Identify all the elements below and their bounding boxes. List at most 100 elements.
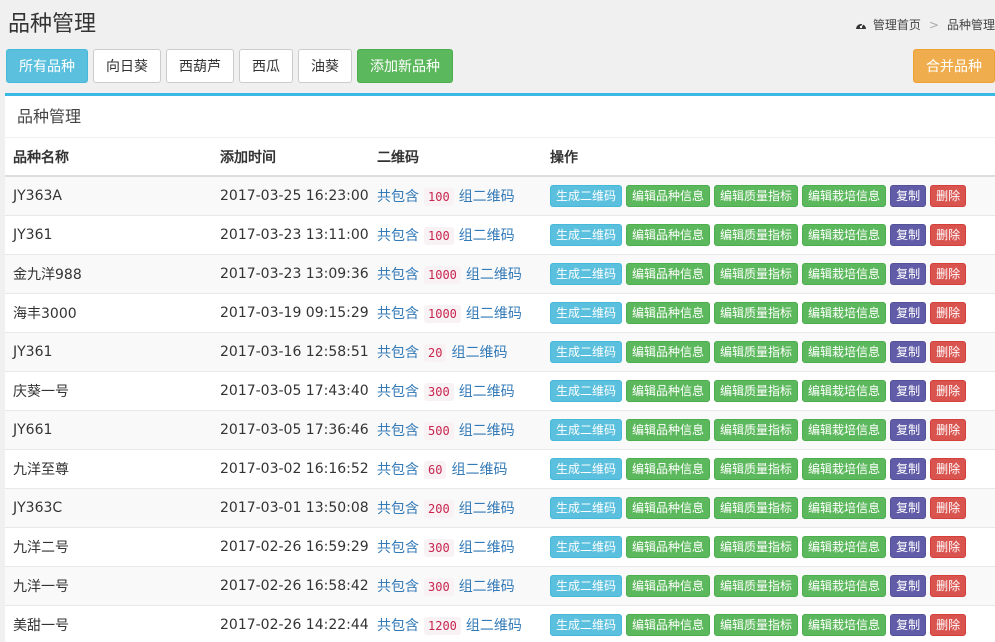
copy-button[interactable]: 复制	[890, 418, 927, 441]
edit-variety-info-button[interactable]: 编辑品种信息	[626, 340, 711, 363]
filter-zucchini-button[interactable]: 西葫芦	[166, 49, 234, 83]
edit-cultivation-info-button[interactable]: 编辑栽培信息	[802, 223, 887, 246]
edit-variety-info-button[interactable]: 编辑品种信息	[626, 418, 711, 441]
delete-button[interactable]: 删除	[930, 496, 967, 519]
filter-watermelon-button[interactable]: 西瓜	[239, 49, 293, 83]
qrcode-prefix: 共包含	[377, 422, 419, 439]
breadcrumb-home-link[interactable]: 管理首页	[873, 16, 921, 33]
actions-cell: 生成二维码 编辑品种信息 编辑质量指标 编辑栽培信息 复制 删除	[542, 253, 995, 293]
qrcode-cell: 共包含 20 组二维码	[369, 331, 542, 371]
qrcode-link[interactable]: 共包含 20 组二维码	[377, 343, 507, 362]
filter-oil-sunflower-button[interactable]: 油葵	[298, 49, 352, 83]
edit-quality-index-button[interactable]: 编辑质量指标	[714, 613, 799, 636]
merge-varieties-button[interactable]: 合并品种	[913, 49, 995, 83]
generate-qrcode-button[interactable]: 生成二维码	[550, 613, 623, 636]
qrcode-link[interactable]: 共包含 100 组二维码	[377, 226, 515, 245]
edit-variety-info-button[interactable]: 编辑品种信息	[626, 457, 711, 480]
qrcode-link[interactable]: 共包含 300 组二维码	[377, 382, 515, 401]
added-time: 2017-02-26 16:58:42	[212, 565, 369, 605]
delete-button[interactable]: 删除	[930, 418, 967, 441]
edit-cultivation-info-button[interactable]: 编辑栽培信息	[802, 184, 887, 207]
copy-button[interactable]: 复制	[890, 496, 927, 519]
edit-quality-index-button[interactable]: 编辑质量指标	[714, 223, 799, 246]
copy-button[interactable]: 复制	[890, 301, 927, 324]
edit-cultivation-info-button[interactable]: 编辑栽培信息	[802, 574, 887, 597]
qrcode-link[interactable]: 共包含 1000 组二维码	[377, 265, 522, 284]
delete-button[interactable]: 删除	[930, 535, 967, 558]
copy-button[interactable]: 复制	[890, 574, 927, 597]
add-variety-button[interactable]: 添加新品种	[357, 49, 453, 83]
edit-cultivation-info-button[interactable]: 编辑栽培信息	[802, 535, 887, 558]
added-time: 2017-02-26 16:59:29	[212, 526, 369, 566]
generate-qrcode-button[interactable]: 生成二维码	[550, 262, 623, 285]
edit-variety-info-button[interactable]: 编辑品种信息	[626, 223, 711, 246]
delete-button[interactable]: 删除	[930, 184, 967, 207]
qrcode-link[interactable]: 共包含 1000 组二维码	[377, 304, 522, 323]
edit-quality-index-button[interactable]: 编辑质量指标	[714, 496, 799, 519]
edit-variety-info-button[interactable]: 编辑品种信息	[626, 496, 711, 519]
copy-button[interactable]: 复制	[890, 262, 927, 285]
delete-button[interactable]: 删除	[930, 223, 967, 246]
filter-sunflower-button[interactable]: 向日葵	[93, 49, 161, 83]
qrcode-link[interactable]: 共包含 300 组二维码	[377, 538, 515, 557]
edit-cultivation-info-button[interactable]: 编辑栽培信息	[802, 340, 887, 363]
generate-qrcode-button[interactable]: 生成二维码	[550, 301, 623, 324]
qrcode-link[interactable]: 共包含 200 组二维码	[377, 499, 515, 518]
generate-qrcode-button[interactable]: 生成二维码	[550, 535, 623, 558]
copy-button[interactable]: 复制	[890, 535, 927, 558]
edit-cultivation-info-button[interactable]: 编辑栽培信息	[802, 418, 887, 441]
generate-qrcode-button[interactable]: 生成二维码	[550, 184, 623, 207]
edit-cultivation-info-button[interactable]: 编辑栽培信息	[802, 496, 887, 519]
qrcode-link[interactable]: 共包含 100 组二维码	[377, 187, 515, 206]
qrcode-link[interactable]: 共包含 300 组二维码	[377, 577, 515, 596]
copy-button[interactable]: 复制	[890, 340, 927, 363]
edit-cultivation-info-button[interactable]: 编辑栽培信息	[802, 262, 887, 285]
generate-qrcode-button[interactable]: 生成二维码	[550, 496, 623, 519]
delete-button[interactable]: 删除	[930, 301, 967, 324]
edit-variety-info-button[interactable]: 编辑品种信息	[626, 574, 711, 597]
qrcode-link[interactable]: 共包含 1200 组二维码	[377, 616, 522, 635]
table-row: 美甜一号 2017-02-26 14:22:44 共包含 1200 组二维码 生成二维码编…	[5, 604, 995, 642]
copy-button[interactable]: 复制	[890, 184, 927, 207]
copy-button[interactable]: 复制	[890, 457, 927, 480]
edit-quality-index-button[interactable]: 编辑质量指标	[714, 379, 799, 402]
edit-variety-info-button[interactable]: 编辑品种信息	[626, 613, 711, 636]
qrcode-link[interactable]: 共包含 60 组二维码	[377, 460, 507, 479]
qrcode-suffix: 组二维码	[458, 422, 515, 439]
delete-button[interactable]: 删除	[930, 457, 967, 480]
qrcode-link[interactable]: 共包含 500 组二维码	[377, 421, 515, 440]
edit-variety-info-button[interactable]: 编辑品种信息	[626, 262, 711, 285]
edit-quality-index-button[interactable]: 编辑质量指标	[714, 301, 799, 324]
delete-button[interactable]: 删除	[930, 574, 967, 597]
edit-variety-info-button[interactable]: 编辑品种信息	[626, 184, 711, 207]
edit-variety-info-button[interactable]: 编辑品种信息	[626, 301, 711, 324]
copy-button[interactable]: 复制	[890, 613, 927, 636]
edit-quality-index-button[interactable]: 编辑质量指标	[714, 184, 799, 207]
table-row: JY361 2017-03-23 13:11:00 共包含 100 组二维码 生成二维码编…	[5, 214, 995, 254]
edit-quality-index-button[interactable]: 编辑质量指标	[714, 574, 799, 597]
edit-variety-info-button[interactable]: 编辑品种信息	[626, 535, 711, 558]
copy-button[interactable]: 复制	[890, 223, 927, 246]
generate-qrcode-button[interactable]: 生成二维码	[550, 379, 623, 402]
edit-quality-index-button[interactable]: 编辑质量指标	[714, 262, 799, 285]
edit-variety-info-button[interactable]: 编辑品种信息	[626, 379, 711, 402]
generate-qrcode-button[interactable]: 生成二维码	[550, 457, 623, 480]
filter-all-button[interactable]: 所有品种	[6, 49, 88, 83]
edit-cultivation-info-button[interactable]: 编辑栽培信息	[802, 613, 887, 636]
edit-quality-index-button[interactable]: 编辑质量指标	[714, 340, 799, 363]
delete-button[interactable]: 删除	[930, 379, 967, 402]
copy-button[interactable]: 复制	[890, 379, 927, 402]
edit-quality-index-button[interactable]: 编辑质量指标	[714, 457, 799, 480]
edit-quality-index-button[interactable]: 编辑质量指标	[714, 418, 799, 441]
generate-qrcode-button[interactable]: 生成二维码	[550, 418, 623, 441]
edit-quality-index-button[interactable]: 编辑质量指标	[714, 535, 799, 558]
generate-qrcode-button[interactable]: 生成二维码	[550, 223, 623, 246]
generate-qrcode-button[interactable]: 生成二维码	[550, 574, 623, 597]
edit-cultivation-info-button[interactable]: 编辑栽培信息	[802, 379, 887, 402]
delete-button[interactable]: 删除	[930, 262, 967, 285]
edit-cultivation-info-button[interactable]: 编辑栽培信息	[802, 457, 887, 480]
delete-button[interactable]: 删除	[930, 340, 967, 363]
edit-cultivation-info-button[interactable]: 编辑栽培信息	[802, 301, 887, 324]
delete-button[interactable]: 删除	[930, 613, 967, 636]
generate-qrcode-button[interactable]: 生成二维码	[550, 340, 623, 363]
